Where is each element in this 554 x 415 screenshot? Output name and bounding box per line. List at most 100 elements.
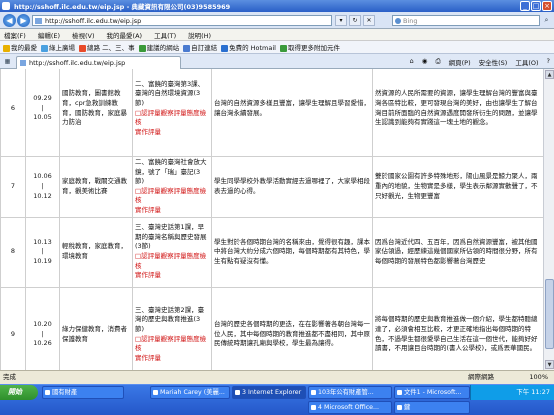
menu-favorites[interactable]: 我的最愛(A) [107,30,143,40]
status-text: 完成 [3,373,16,381]
menu-view[interactable]: 檢視(V) [72,30,95,40]
fav-link-3[interactable]: 建議的網站 [138,42,179,52]
start-button[interactable]: 開始 [0,385,38,400]
goal-cell: 因爲台灣近代四、五百年，因爲自然資源豐富，被其他國家佔領過，經歷練這幾個國家所佔… [372,216,543,288]
title-bar: http://sshoff.ilc.edu.tw/eip.jsp - 典藏資訊有… [0,0,554,12]
link-icon [279,44,287,52]
lesson-cell: 二、富饒的臺灣社會放大鏡，號了「瑞」臺記(3節) □認評量觀察評量態度檢核 實作評量 [132,156,212,218]
search-icon[interactable]: ⌕ [541,15,552,26]
curriculum-table: 6 09.29 | 10.05 國防教育，圖書館教育，cpr急救訓練教育，國防教育，家庭… [0,69,543,370]
taskbar-item[interactable]: 國有財產 [42,386,124,399]
clock: 下午 11:27 [516,388,550,396]
link-icon [138,44,146,52]
print-icon[interactable]: ⎙ [435,57,440,67]
week-dates: 09.29 | 10.05 [25,69,60,157]
topic-cell: 輕稅教育，家庭教育，環境教育 [59,216,133,288]
taskbar-item[interactable]: 文件1 - Microsoft... [394,386,470,399]
dropdown-button[interactable]: ▾ [335,15,347,26]
topic-cell: 國防教育，圖書館教育，cpr急救訓練教育，國防教育，家庭暴力防治 [59,69,133,157]
fav-link-4[interactable]: 自訂連結 [183,42,217,52]
content-cell: 台灣的歷史各個時期的更迭，在在影響著各朝台灣每一位人民，其中每個時期的教育推進都… [211,286,373,370]
forward-button[interactable]: ▶ [17,14,30,27]
app-icon [397,405,402,410]
fav-link-1[interactable]: 綠上廣場 [41,42,75,52]
close-button[interactable]: × [542,1,552,11]
content-cell: 學生對於各個時期台灣的名稱來由，覺得很有趣，課本中將台灣大約分成六個時期，每個時… [211,216,373,288]
fav-link-5[interactable]: 免費的 Hotmail [221,42,276,52]
lesson-cell: 三、臺灣史話第2課，臺灣的歷史與教育推進(3節) □認評量觀察評量態度檢核 實作評量 [132,286,212,370]
content-cell: 學生同學學校外教學活動實經去過哪裡了，大家學相段表去過的心得。 [211,156,373,218]
browser-window: http://sshoff.ilc.edu.tw/eip.jsp - 典藏資訊有… [0,0,554,415]
system-tray: 下午 11:27 [470,385,554,400]
page-content: 6 09.29 | 10.05 國防教育，圖書館教育，cpr急救訓練教育，國防教育，家庭… [0,69,543,370]
star-icon [3,44,10,52]
home-icon[interactable]: ⌂ [410,57,414,67]
taskbar-item[interactable]: 鍵 [394,401,470,414]
link-icon [183,44,191,52]
goal-cell: 然資源的人民所需要的資源，讓學生理解台灣的豐富與臺灣各區特比較，更可發現台灣的美… [372,69,543,157]
lesson-cell: 三、臺灣史話第1課，早期的臺灣名稱與歷史發展(3節) □認評量觀察評量態度檢核 實作… [132,216,212,288]
ie-icon [2,2,10,10]
page-icon [20,60,26,66]
scroll-down-icon[interactable]: ▼ [545,360,554,369]
favorites-bar: 我的最愛 綠上廣場 總路 二、三、事 建議的網站 自訂連結 免費的 Hotmai… [0,41,554,54]
address-input[interactable]: http://sshoff.ilc.edu.tw/eip.jsp [32,15,332,26]
link-icon [79,44,86,52]
fav-link-2[interactable]: 總路 二、三、事 [79,42,135,52]
week-dates: 10.06 | 10.12 [25,156,60,218]
week-number: 9 [0,286,26,370]
tools-menu[interactable]: 工具(O) [515,57,538,67]
safety-menu[interactable]: 安全性(S) [479,57,508,67]
table-row: 8 10.13 | 10.19 輕稅教育，家庭教育，環境教育 三、臺灣史話第1課，早期的臺… [0,216,543,288]
favorites-button[interactable]: 我的最愛 [3,42,37,52]
page-menu[interactable]: 網頁(P) [449,57,471,67]
goal-cell: 將每個時期的歷史與教育推進做一個介紹，學生都特聽總達了，必須會相互比較，才更正確… [372,286,543,370]
taskbar-item[interactable]: Mariah Carey (美麗... [150,386,230,399]
quick-tabs-icon[interactable]: ▦ [2,57,13,67]
menu-edit[interactable]: 編輯(E) [38,30,60,40]
bing-icon [395,18,401,24]
goal-cell: 雙於國家公園有許多特殊地形，陽山風景是鯨力聚人，兩重內的地貌，生物實是多樣，學生… [372,156,543,218]
week-dates: 10.20 | 10.26 [25,286,60,370]
taskbar-item[interactable]: 3 Internet Explorer [232,386,306,399]
minimize-button[interactable]: _ [520,1,530,11]
menu-file[interactable]: 檔案(F) [4,30,26,40]
content-cell: 台灣的自然資源多樣且豐富，讓學生理解且學習愛惜，讓台灣永續發展。 [211,69,373,157]
topic-cell: 家庭教育，戰關交通教育，觀美術比賽 [59,156,133,218]
scroll-thumb[interactable] [545,279,554,349]
help-icon[interactable]: ? [547,57,550,67]
table-row: 6 09.29 | 10.05 國防教育，圖書館教育，cpr急救訓練教育，國防教育，家庭… [0,69,543,157]
week-dates: 10.13 | 10.19 [25,216,60,288]
taskbar-item[interactable]: 4 Microsoft Office... [308,401,392,414]
week-number: 7 [0,156,26,218]
menu-bar: 檔案(F) 編輯(E) 檢視(V) 我的最愛(A) 工具(T) 說明(H) [0,29,554,41]
maximize-button[interactable]: □ [531,1,541,11]
link-icon [221,44,229,52]
menu-help[interactable]: 說明(H) [188,30,211,40]
link-icon [41,44,48,52]
media-icon [153,390,158,395]
week-number: 6 [0,69,26,157]
address-bar: ◀ ▶ http://sshoff.ilc.edu.tw/eip.jsp ▾ ↻… [0,12,554,29]
window-title: http://sshoff.ilc.edu.tw/eip.jsp - 典藏資訊有… [14,3,231,11]
taskbar-item[interactable]: 103年公有財產管... [308,386,392,399]
tab-current[interactable]: http://sshoff.ilc.edu.tw/eip.jsp [16,56,181,69]
search-input[interactable]: Bing [392,15,540,26]
refresh-button[interactable]: ↻ [349,15,361,26]
zoom-level[interactable]: 100% [529,371,548,384]
ie-icon [235,390,240,395]
status-bar: 完成 網際網路 100% [0,370,554,384]
vertical-scrollbar[interactable]: ▲ ▼ [543,69,554,370]
table-row: 7 10.06 | 10.12 家庭教育，戰關交通教育，觀美術比賽 二、富饒的臺灣社會放大… [0,156,543,218]
taskbar: 開始 國有財產 Mariah Carey (美麗... 3 Internet E… [0,384,554,415]
back-button[interactable]: ◀ [3,14,16,27]
topic-cell: 綠力保健教育，消費者保護教育 [59,286,133,370]
menu-tools[interactable]: 工具(T) [154,30,176,40]
lesson-cell: 二、富饒的臺灣第3課、臺灣的自然環境資源(3節) □認評量觀察評量態度檢核 實作評量 [132,69,212,157]
feeds-icon[interactable]: ◉ [422,57,428,67]
scroll-up-icon[interactable]: ▲ [545,70,554,79]
fav-link-6[interactable]: 取得更多附加元件 [279,42,340,52]
week-number: 8 [0,216,26,288]
stop-button[interactable]: ✕ [363,15,375,26]
folder-icon [45,390,50,395]
